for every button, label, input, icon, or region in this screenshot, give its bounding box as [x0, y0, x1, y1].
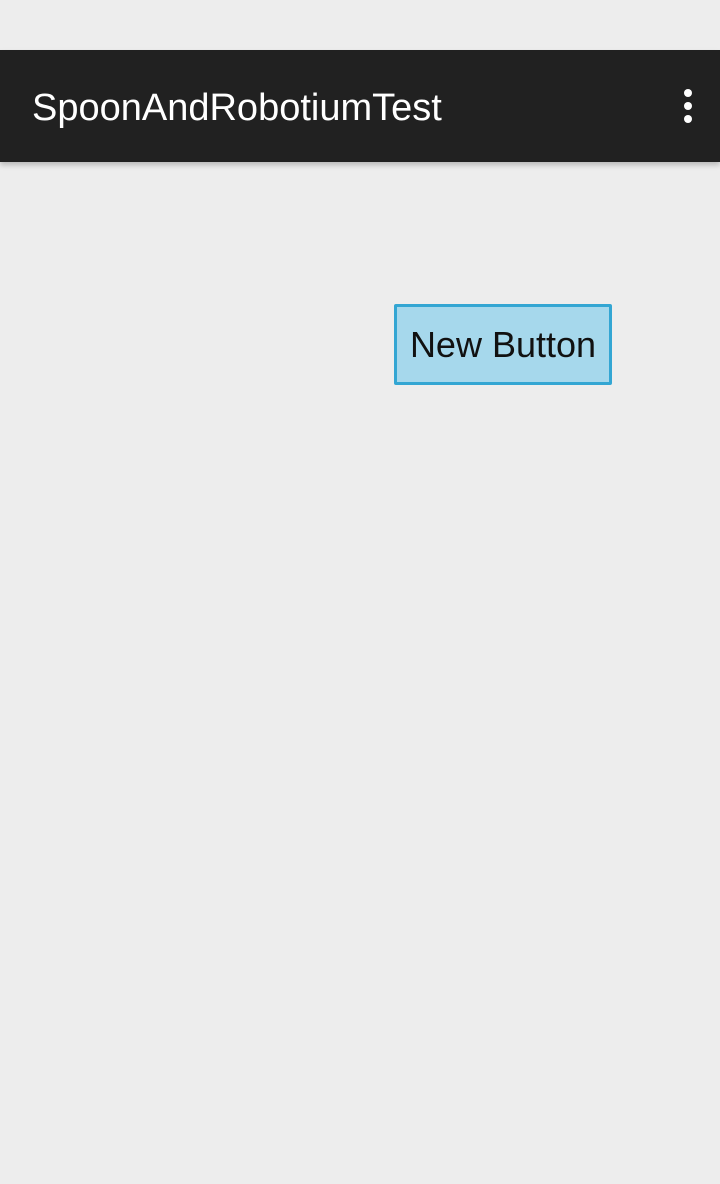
more-vert-icon[interactable] — [670, 80, 706, 132]
status-bar — [0, 0, 720, 50]
action-bar: SpoonAndRobotiumTest — [0, 50, 720, 162]
main-content: New Button — [0, 162, 720, 1184]
app-title: SpoonAndRobotiumTest — [32, 87, 442, 129]
overflow-dot — [684, 115, 692, 123]
overflow-dot — [684, 89, 692, 97]
new-button[interactable]: New Button — [394, 304, 612, 385]
overflow-dot — [684, 102, 692, 110]
